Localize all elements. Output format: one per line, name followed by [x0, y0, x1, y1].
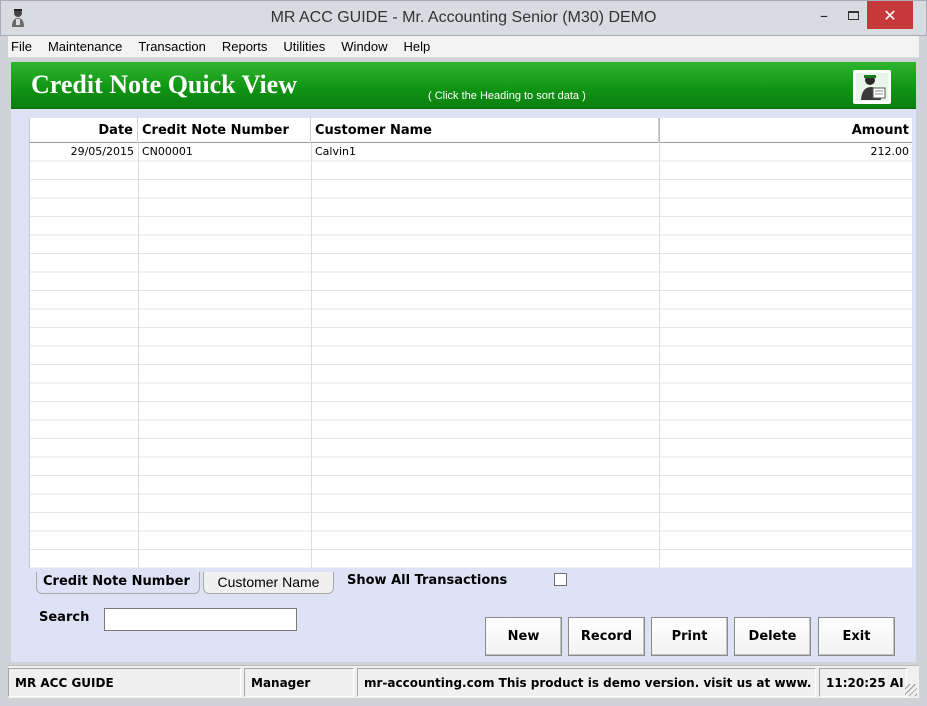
menu-maintenance[interactable]: Maintenance [40, 39, 130, 54]
cell-customer-name: Calvin1 [315, 145, 357, 158]
tab-sort-customer-name[interactable]: Customer Name [203, 572, 334, 594]
credit-note-grid[interactable]: Date Credit Note Number Customer Name Am… [29, 118, 912, 568]
status-bar: MR ACC GUIDE Manager mr-accounting.com T… [8, 665, 919, 698]
column-header-customer-name[interactable]: Customer Name [311, 118, 659, 143]
table-row[interactable]: 29/05/2015 CN00001 Calvin1 212.00 [30, 143, 912, 161]
search-input[interactable] [104, 608, 297, 631]
tab-sort-credit-note-number[interactable]: Credit Note Number [36, 572, 200, 594]
status-user: Manager [244, 668, 354, 697]
column-divider [138, 118, 139, 568]
grid-rows-background [30, 143, 912, 568]
maximize-icon [847, 10, 859, 20]
status-time: 11:20:25 AI [819, 668, 907, 697]
grid-header: Date Credit Note Number Customer Name Am… [30, 118, 912, 143]
column-header-date[interactable]: Date [30, 118, 138, 143]
record-button[interactable]: Record [568, 617, 645, 656]
search-label: Search [39, 610, 90, 625]
new-button[interactable]: New [485, 617, 562, 656]
sort-hint: ( Click the Heading to sort data ) [428, 90, 586, 102]
menu-bar: File Maintenance Transaction Reports Uti… [8, 36, 919, 58]
column-divider [659, 118, 660, 568]
close-button[interactable]: ✕ [867, 1, 913, 29]
resize-grip-icon[interactable] [905, 684, 917, 696]
menu-reports[interactable]: Reports [214, 39, 276, 54]
show-all-transactions-label[interactable]: Show All Transactions [347, 573, 507, 588]
column-header-credit-note-number[interactable]: Credit Note Number [138, 118, 311, 143]
menu-help[interactable]: Help [396, 39, 439, 54]
page-header: Credit Note Quick View ( Click the Headi… [11, 62, 916, 109]
menu-transaction[interactable]: Transaction [130, 39, 213, 54]
cell-date: 29/05/2015 [70, 145, 134, 158]
menu-utilities[interactable]: Utilities [275, 39, 333, 54]
show-all-transactions-checkbox[interactable] [554, 573, 567, 586]
status-app-name: MR ACC GUIDE [8, 668, 241, 697]
title-bar: MR ACC GUIDE - Mr. Accounting Senior (M3… [0, 0, 927, 36]
cell-amount: 212.00 [870, 145, 910, 158]
column-header-amount[interactable]: Amount [659, 118, 912, 143]
minimize-button[interactable]: – [809, 1, 839, 29]
maximize-button[interactable] [839, 1, 867, 29]
page-title: Credit Note Quick View [31, 70, 297, 99]
exit-button[interactable]: Exit [818, 617, 895, 656]
delete-button[interactable]: Delete [734, 617, 811, 656]
window-title: MR ACC GUIDE - Mr. Accounting Senior (M3… [270, 9, 657, 26]
status-message: mr-accounting.com This product is demo v… [357, 668, 816, 697]
accountant-icon [853, 70, 891, 104]
print-button[interactable]: Print [651, 617, 728, 656]
menu-file[interactable]: File [8, 39, 40, 54]
menu-window[interactable]: Window [333, 39, 395, 54]
column-divider [311, 118, 312, 568]
cell-credit-note-number: CN00001 [142, 145, 193, 158]
